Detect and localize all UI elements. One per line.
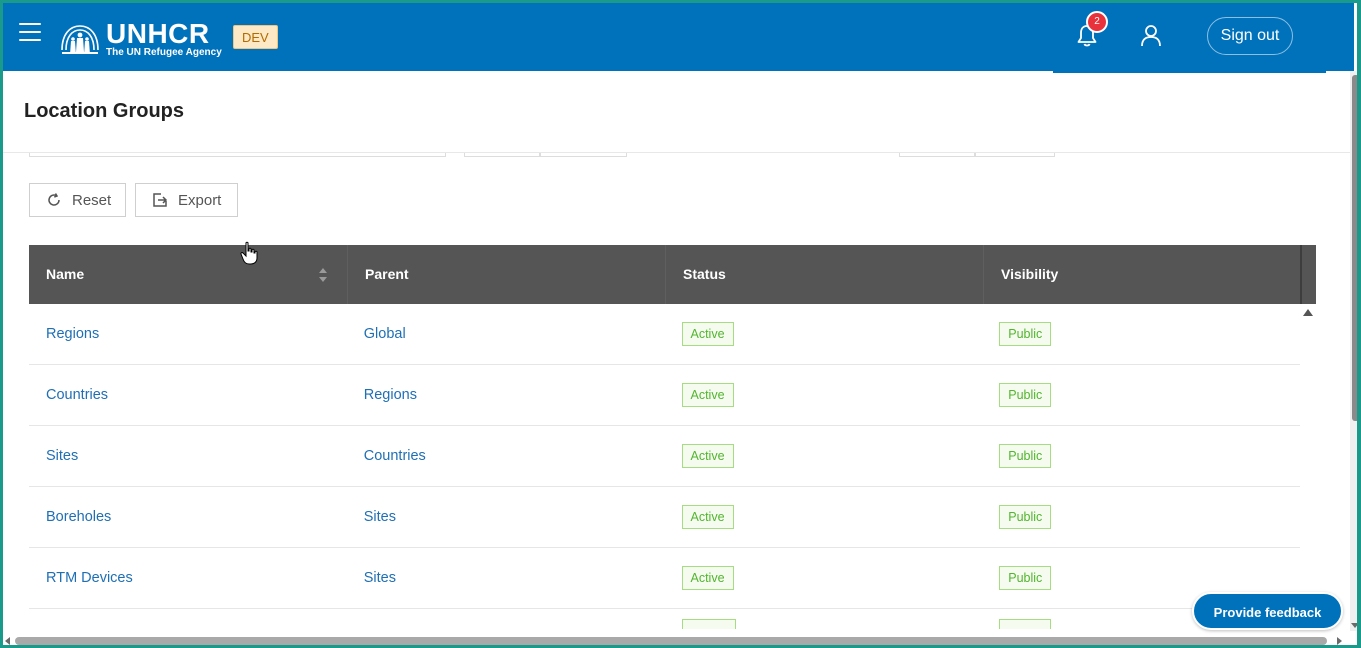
column-header-status: Status xyxy=(665,245,983,304)
page-title-bar: Location Groups xyxy=(3,73,1350,153)
filter-select[interactable] xyxy=(464,153,540,157)
row-name-link[interactable]: Countries xyxy=(46,387,108,403)
filter-select[interactable] xyxy=(540,153,627,157)
vertical-scrollbar-thumb[interactable] xyxy=(1352,75,1357,421)
reset-button[interactable]: Reset xyxy=(29,183,126,217)
scroll-down-arrow-icon[interactable] xyxy=(1351,623,1357,628)
environment-badge: DEV xyxy=(233,25,278,49)
logo-wordmark: UNHCR xyxy=(106,17,210,49)
table-row: Regions Global Active Public xyxy=(29,304,1300,365)
status-badge: Active xyxy=(681,444,734,468)
visibility-badge: Public xyxy=(999,322,1052,346)
reset-label: Reset xyxy=(72,191,112,209)
visibility-badge: Public xyxy=(999,444,1052,468)
export-label: Export xyxy=(178,191,222,209)
table-header: Name Parent Status Visibility xyxy=(29,245,1316,304)
status-badge: Active xyxy=(681,566,734,590)
hand-cursor-icon xyxy=(240,241,258,265)
status-badge: Active xyxy=(681,505,734,529)
scroll-left-arrow-icon[interactable] xyxy=(5,637,10,645)
export-icon xyxy=(153,193,168,207)
sort-icon[interactable] xyxy=(318,267,328,283)
table-row-partial xyxy=(29,609,1300,629)
column-header-name[interactable]: Name xyxy=(29,245,347,304)
logo-tagline: The UN Refugee Agency xyxy=(106,46,222,58)
table-scroll-up-arrow[interactable] xyxy=(1303,309,1313,316)
visibility-badge: Public xyxy=(999,566,1052,590)
column-header-visibility: Visibility xyxy=(983,245,1301,304)
row-name-link[interactable]: Regions xyxy=(46,326,99,342)
page-title: Location Groups xyxy=(24,100,184,122)
notification-count-badge: 2 xyxy=(1086,11,1108,33)
sign-out-button[interactable]: Sign out xyxy=(1207,17,1293,55)
top-navigation-bar: UNHCR The UN Refugee Agency DEV 2 Sign o… xyxy=(3,3,1354,71)
visibility-badge: Public xyxy=(999,505,1052,529)
export-button[interactable]: Export xyxy=(135,183,238,217)
visibility-badge: Public xyxy=(999,383,1052,407)
row-parent-link[interactable]: Countries xyxy=(364,448,426,464)
visibility-badge-partial xyxy=(999,619,1052,629)
unhcr-logo[interactable]: UNHCR The UN Refugee Agency xyxy=(58,19,222,59)
hamburger-icon[interactable] xyxy=(19,23,41,41)
table-row: Boreholes Sites Active Public xyxy=(29,487,1300,548)
status-badge: Active xyxy=(681,322,734,346)
table-row: RTM Devices Sites Active Public xyxy=(29,548,1300,609)
user-icon[interactable] xyxy=(1140,23,1162,47)
row-parent-link[interactable]: Regions xyxy=(364,387,417,403)
header-divider xyxy=(1300,245,1302,304)
unhcr-emblem-icon xyxy=(61,25,99,54)
row-parent-link[interactable]: Global xyxy=(364,326,406,342)
row-name-link[interactable]: Boreholes xyxy=(46,509,111,525)
location-groups-table: Name Parent Status Visibility Regions Gl… xyxy=(29,245,1316,629)
scroll-right-arrow-icon[interactable] xyxy=(1337,637,1342,645)
row-parent-link[interactable]: Sites xyxy=(364,509,396,525)
row-name-link[interactable]: Sites xyxy=(46,448,78,464)
filter-select[interactable] xyxy=(975,153,1055,157)
filter-select[interactable] xyxy=(899,153,975,157)
status-badge-partial xyxy=(681,619,736,629)
table-row: Countries Regions Active Public xyxy=(29,365,1300,426)
provide-feedback-button[interactable]: Provide feedback xyxy=(1192,592,1343,630)
column-header-parent: Parent xyxy=(347,245,665,304)
row-parent-link[interactable]: Sites xyxy=(364,570,396,586)
status-badge: Active xyxy=(681,383,734,407)
refresh-icon xyxy=(48,193,60,206)
search-input[interactable] xyxy=(29,153,446,157)
app-window: UNHCR The UN Refugee Agency DEV 2 Sign o… xyxy=(0,0,1361,648)
row-name-link[interactable]: RTM Devices xyxy=(46,570,133,586)
table-body: Regions Global Active Public Countries R… xyxy=(29,304,1300,629)
table-row: Sites Countries Active Public xyxy=(29,426,1300,487)
horizontal-scrollbar-thumb[interactable] xyxy=(15,637,1327,645)
